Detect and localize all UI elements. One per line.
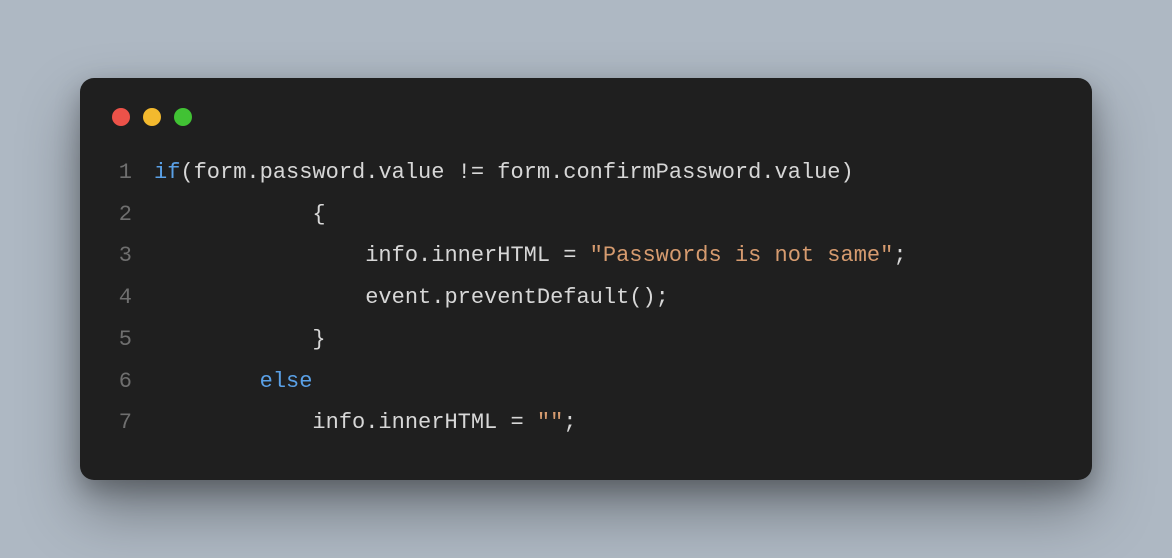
code-token: event.preventDefault(); xyxy=(154,285,669,310)
line-number: 3 xyxy=(108,235,154,277)
line-number: 5 xyxy=(108,319,154,361)
window-controls xyxy=(108,102,1064,152)
line-content: { xyxy=(154,194,326,236)
code-token: { xyxy=(154,202,326,227)
code-block: 1if(form.password.value != form.confirmP… xyxy=(108,152,1064,445)
code-token: if xyxy=(154,160,180,185)
code-line: 3 info.innerHTML = "Passwords is not sam… xyxy=(108,235,1064,277)
code-token: (form.password.value != form.confirmPass… xyxy=(180,160,853,185)
close-icon[interactable] xyxy=(112,108,130,126)
line-number: 1 xyxy=(108,152,154,194)
code-line: 6 else xyxy=(108,361,1064,403)
line-number: 4 xyxy=(108,277,154,319)
code-token: info.innerHTML = xyxy=(154,410,537,435)
code-token: ; xyxy=(563,410,576,435)
code-window: 1if(form.password.value != form.confirmP… xyxy=(80,78,1092,481)
code-token: } xyxy=(154,327,326,352)
line-number: 7 xyxy=(108,402,154,444)
minimize-icon[interactable] xyxy=(143,108,161,126)
line-number: 6 xyxy=(108,361,154,403)
line-content: info.innerHTML = ""; xyxy=(154,402,576,444)
zoom-icon[interactable] xyxy=(174,108,192,126)
code-token: ; xyxy=(893,243,906,268)
code-token: "Passwords is not same" xyxy=(590,243,894,268)
line-content: info.innerHTML = "Passwords is not same"… xyxy=(154,235,907,277)
code-token: "" xyxy=(537,410,563,435)
line-content: } xyxy=(154,319,326,361)
line-content: else xyxy=(154,361,312,403)
code-line: 7 info.innerHTML = ""; xyxy=(108,402,1064,444)
code-token xyxy=(154,369,260,394)
line-content: event.preventDefault(); xyxy=(154,277,669,319)
code-line: 4 event.preventDefault(); xyxy=(108,277,1064,319)
code-token: info.innerHTML = xyxy=(154,243,590,268)
code-line: 2 { xyxy=(108,194,1064,236)
code-line: 1if(form.password.value != form.confirmP… xyxy=(108,152,1064,194)
line-content: if(form.password.value != form.confirmPa… xyxy=(154,152,854,194)
code-line: 5 } xyxy=(108,319,1064,361)
line-number: 2 xyxy=(108,194,154,236)
code-token: else xyxy=(260,369,313,394)
